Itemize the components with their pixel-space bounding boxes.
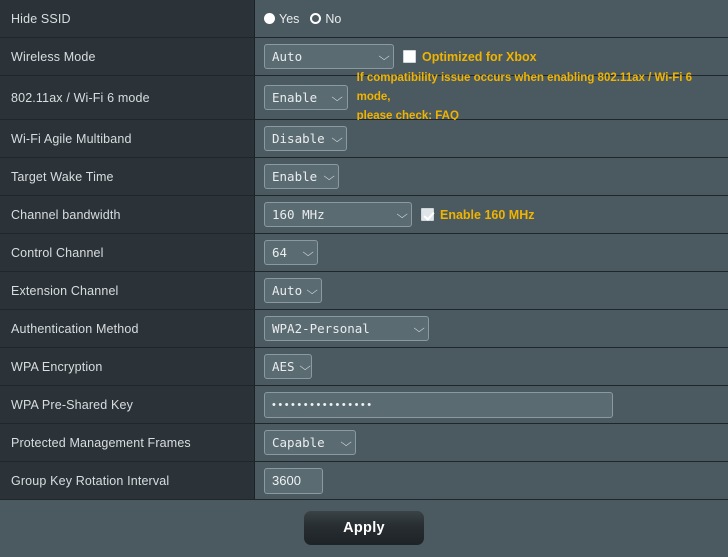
row-control: WPA2-Personal ⌵ — [255, 310, 728, 347]
radio-icon-yes[interactable] — [264, 13, 275, 24]
row-label: Hide SSID — [0, 0, 255, 37]
table-row-protected-management-frames: Protected Management Frames Capable ⌵ — [0, 424, 728, 462]
protected-management-frames-select[interactable]: Capable ⌵ — [264, 430, 356, 455]
radio-icon-no[interactable] — [310, 13, 322, 24]
table-row-target-wake-time: Target Wake Time Enable ⌵ — [0, 158, 728, 196]
enable-160mhz-checkbox[interactable]: Enable 160 MHz — [421, 208, 534, 222]
row-control: Yes No — [255, 0, 728, 37]
checkbox-label-xbox: Optimized for Xbox — [422, 49, 537, 64]
agile-multiband-select[interactable]: Disable ⌵ — [264, 126, 347, 151]
select-value: Enable — [272, 169, 318, 184]
select-value: Auto — [272, 49, 303, 64]
row-control: Disable ⌵ — [255, 120, 728, 157]
table-row-channel-bandwidth: Channel bandwidth 160 MHz ⌵ Enable 160 M… — [0, 196, 728, 234]
footer-bar: Apply — [0, 500, 728, 555]
checkbox-label-160mhz: Enable 160 MHz — [440, 207, 535, 222]
extension-channel-select[interactable]: Auto ⌵ — [264, 278, 322, 303]
row-label: WPA Encryption — [0, 348, 255, 385]
note-line-1: If compatibility issue occurs when enabl… — [356, 72, 693, 104]
radio-label-yes: Yes — [279, 11, 300, 26]
row-control: Auto ⌵ — [255, 272, 728, 309]
row-control: 160 MHz ⌵ Enable 160 MHz — [255, 196, 728, 233]
row-label: Target Wake Time — [0, 158, 255, 195]
row-label: Extension Channel — [0, 272, 255, 309]
row-label: Group Key Rotation Interval — [0, 462, 255, 499]
table-row-wpa-encryption: WPA Encryption AES ⌵ — [0, 348, 728, 386]
wireless-settings-panel: Hide SSID Yes No Wireless Mode Auto ⌵ Op… — [0, 0, 728, 557]
chevron-down-icon: ⌵ — [413, 322, 425, 335]
table-row-agile-multiband: Wi-Fi Agile Multiband Disable ⌵ — [0, 120, 728, 158]
chevron-down-icon: ⌵ — [306, 284, 318, 297]
settings-table: Hide SSID Yes No Wireless Mode Auto ⌵ Op… — [0, 0, 728, 500]
wpa-encryption-select[interactable]: AES ⌵ — [264, 354, 312, 379]
select-value: Enable — [272, 90, 318, 105]
row-control: Enable ⌵ — [255, 158, 728, 195]
select-value: WPA2-Personal — [272, 321, 370, 336]
radio-option-no[interactable]: No — [310, 12, 341, 26]
wpa-preshared-key-input[interactable]: •••••••••••••••• — [264, 391, 613, 418]
channel-bandwidth-select[interactable]: 160 MHz ⌵ — [264, 202, 412, 227]
checkbox-icon-160mhz[interactable] — [421, 208, 434, 221]
chevron-down-icon: ⌵ — [396, 208, 408, 221]
chevron-down-icon: ⌵ — [331, 91, 344, 104]
optimized-for-xbox-checkbox[interactable]: Optimized for Xbox — [403, 50, 537, 64]
wireless-mode-select[interactable]: Auto ⌵ — [264, 44, 394, 69]
apply-button[interactable]: Apply — [304, 510, 424, 545]
row-control: AES ⌵ — [255, 348, 728, 385]
table-row-group-key-rotation-interval: Group Key Rotation Interval 3600 — [0, 462, 728, 500]
ax-compatibility-note: If compatibility issue occurs when enabl… — [357, 69, 728, 126]
table-row-80211ax-mode: 802.11ax / Wi-Fi 6 mode Enable ⌵ If comp… — [0, 72, 728, 122]
ax-mode-select[interactable]: Enable ⌵ — [264, 85, 348, 110]
row-label: Wireless Mode — [0, 38, 255, 75]
row-control: 64 ⌵ — [255, 234, 728, 271]
radio-option-yes[interactable]: Yes — [264, 12, 299, 26]
hide-ssid-radio-group: Yes No — [264, 12, 341, 26]
table-row-hide-ssid: Hide SSID Yes No — [0, 0, 728, 38]
table-row-extension-channel: Extension Channel Auto ⌵ — [0, 272, 728, 310]
control-channel-select[interactable]: 64 ⌵ — [264, 240, 318, 265]
chevron-down-icon: ⌵ — [331, 132, 343, 145]
chevron-down-icon: ⌵ — [299, 360, 311, 373]
chevron-down-icon: ⌵ — [340, 436, 352, 449]
row-label: Wi-Fi Agile Multiband — [0, 120, 255, 157]
row-control: 3600 — [255, 462, 728, 499]
select-value: Disable — [272, 131, 325, 146]
row-label: 802.11ax / Wi-Fi 6 mode — [0, 76, 255, 119]
select-value: Auto — [272, 283, 303, 298]
chevron-down-icon: ⌵ — [323, 170, 335, 183]
row-control: Capable ⌵ — [255, 424, 728, 461]
table-row-control-channel: Control Channel 64 ⌵ — [0, 234, 728, 272]
select-value: AES — [272, 359, 295, 374]
chevron-down-icon: ⌵ — [302, 246, 314, 259]
row-control: Enable ⌵ If compatibility issue occurs w… — [255, 72, 728, 122]
select-value: Capable — [272, 435, 325, 450]
checkbox-icon-xbox[interactable] — [403, 50, 416, 63]
target-wake-time-select[interactable]: Enable ⌵ — [264, 164, 339, 189]
row-label: Control Channel — [0, 234, 255, 271]
row-label: Protected Management Frames — [0, 424, 255, 461]
select-value: 64 — [272, 245, 288, 260]
row-label: Channel bandwidth — [0, 196, 255, 233]
group-key-rotation-interval-input[interactable]: 3600 — [264, 467, 323, 494]
radio-label-no: No — [325, 11, 342, 26]
row-label: WPA Pre-Shared Key — [0, 386, 255, 423]
table-row-wpa-preshared-key: WPA Pre-Shared Key •••••••••••••••• — [0, 386, 728, 424]
row-control: •••••••••••••••• — [255, 386, 728, 423]
authentication-method-select[interactable]: WPA2-Personal ⌵ — [264, 316, 429, 341]
table-row-authentication-method: Authentication Method WPA2-Personal ⌵ — [0, 310, 728, 348]
select-value: 160 MHz — [272, 207, 325, 222]
chevron-down-icon: ⌵ — [378, 50, 390, 63]
row-label: Authentication Method — [0, 310, 255, 347]
